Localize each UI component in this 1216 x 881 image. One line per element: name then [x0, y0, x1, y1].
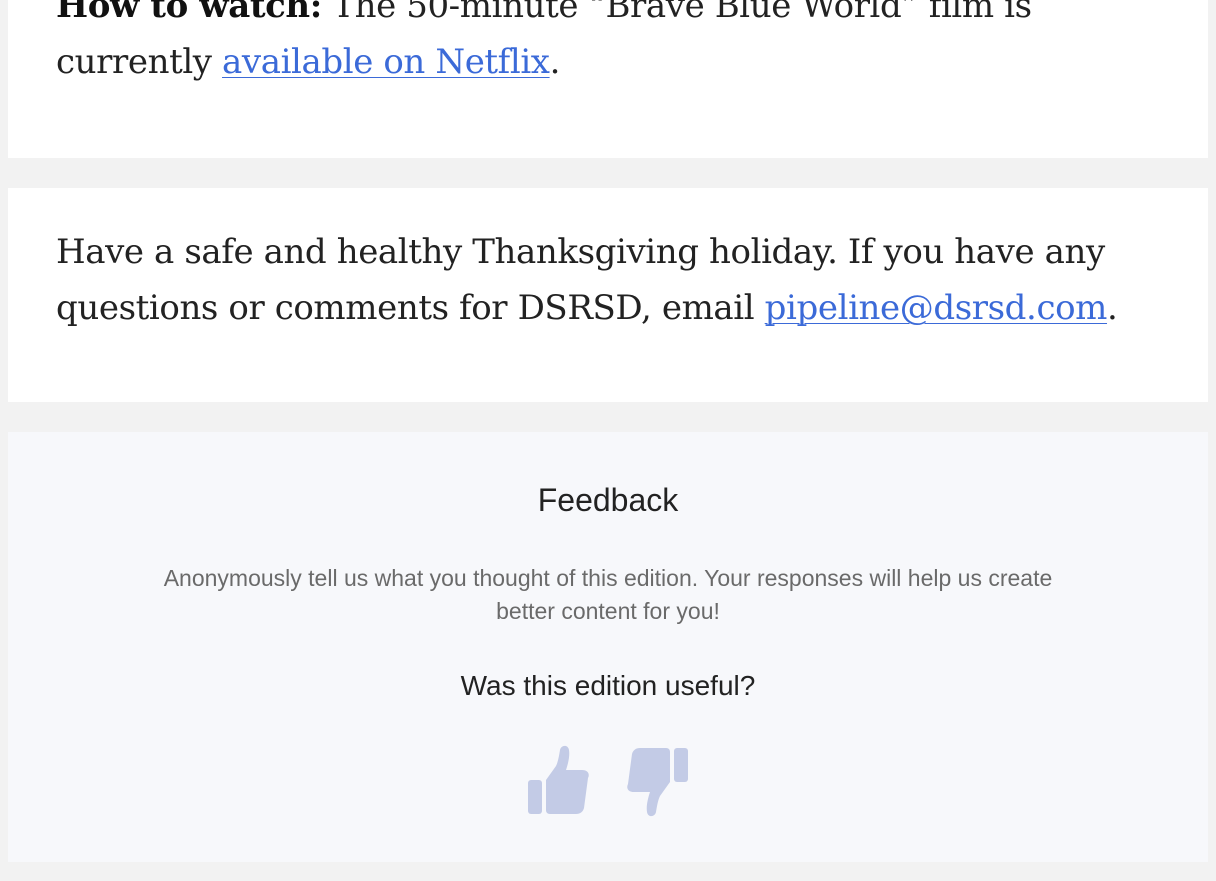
- newsletter-page: How to watch: The 50-minute “Brave Blue …: [0, 0, 1216, 881]
- thumbs-down-icon: [627, 748, 688, 817]
- how-to-watch-paragraph: How to watch: The 50-minute “Brave Blue …: [56, 0, 1160, 90]
- thumbs-up-icon: [528, 745, 589, 814]
- article-section-card: How to watch: The 50-minute “Brave Blue …: [8, 0, 1208, 158]
- feedback-description: Anonymously tell us what you thought of …: [163, 565, 1053, 624]
- how-to-watch-label: How to watch:: [56, 0, 322, 26]
- closing-paragraph: Have a safe and healthy Thanksgiving hol…: [56, 224, 1160, 336]
- feedback-card: Feedback Anonymously tell us what you th…: [8, 432, 1208, 862]
- closing-section-card: Have a safe and healthy Thanksgiving hol…: [8, 188, 1208, 402]
- netflix-link[interactable]: available on Netflix: [222, 42, 550, 82]
- thumbs-up-button[interactable]: [526, 744, 590, 818]
- paragraph-period: .: [549, 42, 561, 82]
- thumbs-down-button[interactable]: [626, 744, 690, 818]
- feedback-title: Feedback: [537, 482, 679, 518]
- feedback-question: Was this edition useful?: [460, 670, 756, 701]
- feedback-vote-buttons: [8, 744, 1208, 818]
- paragraph-period: .: [1107, 288, 1118, 328]
- email-link[interactable]: pipeline@dsrsd.com: [765, 288, 1108, 328]
